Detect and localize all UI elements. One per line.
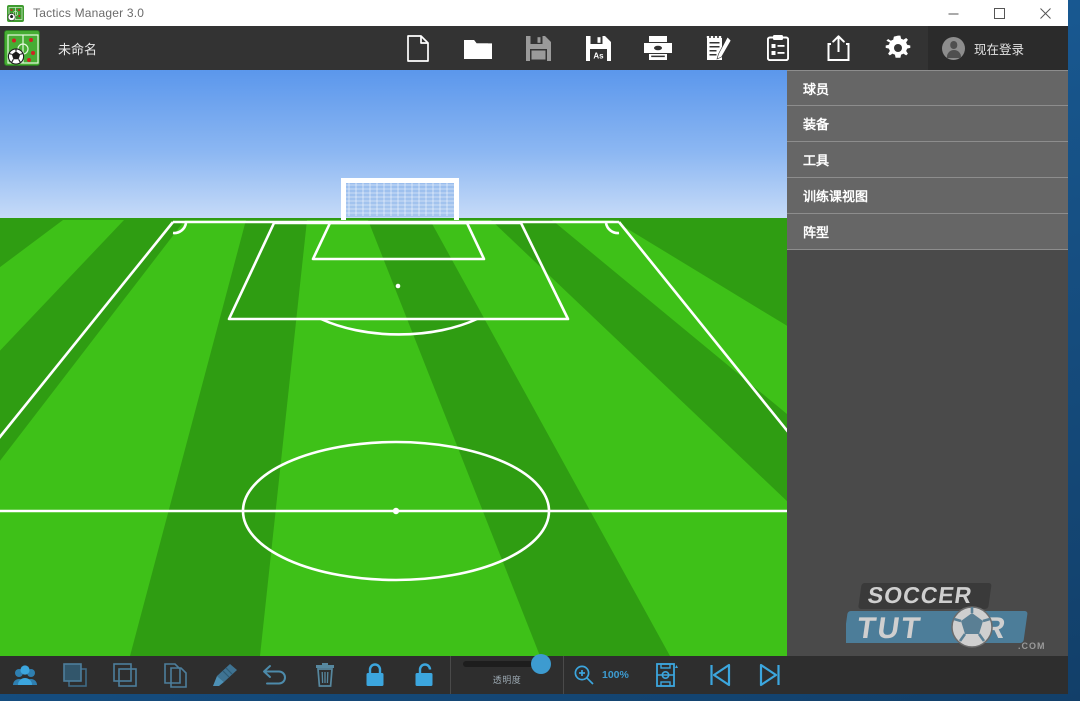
sidebar-item-tools[interactable]: 工具 [787, 142, 1068, 178]
session-plan-button[interactable] [748, 26, 808, 70]
application-window: Tactics Manager 3.0 未命名 As 现在登录 球员 装备 工具… [0, 0, 1080, 701]
lock-closed-icon [366, 663, 384, 686]
window-controls [930, 0, 1068, 26]
toolbar-actions: As 现在登录 [388, 26, 1068, 70]
sidebar-item-players[interactable]: 球员 [787, 70, 1068, 106]
tactics-board-icon [7, 4, 24, 22]
prev-frame-button[interactable] [695, 656, 745, 694]
close-button[interactable] [1022, 0, 1068, 26]
zoom-level: 100% [602, 669, 629, 681]
user-avatar-icon [942, 36, 965, 60]
minimize-button[interactable] [930, 0, 976, 26]
print-button[interactable] [628, 26, 688, 70]
sidebar-item-equipment[interactable]: 装备 [787, 106, 1068, 142]
workspace: 球员 装备 工具 训练课视图 阵型 SOCCER TUT R .COM [0, 70, 1068, 656]
soccertutor-watermark: SOCCER TUT R .COM [843, 581, 1054, 651]
sidebar-item-label: 训练课视图 [803, 189, 869, 204]
save-disk-icon [525, 35, 551, 61]
watermark-r: R [981, 612, 1008, 645]
opacity-slider-track[interactable] [463, 653, 551, 674]
unlock-button[interactable] [400, 656, 450, 694]
app-logo-icon [4, 30, 40, 66]
duplicate-button[interactable] [150, 656, 200, 694]
layers-front-icon [63, 663, 87, 687]
svg-text:As: As [593, 51, 604, 60]
goal [341, 178, 459, 220]
group-people-icon [13, 664, 37, 685]
main-toolbar: 未命名 As 现在登录 [0, 26, 1068, 70]
save-button[interactable] [508, 26, 568, 70]
watermark-tut: TUT [855, 612, 924, 645]
maximize-button[interactable] [976, 0, 1022, 26]
sidebar-item-label: 工具 [803, 153, 830, 168]
sidebar-item-formation[interactable]: 阵型 [787, 214, 1068, 250]
new-file-button[interactable] [388, 26, 448, 70]
save-as-icon: As [585, 35, 611, 61]
window-title: Tactics Manager 3.0 [33, 6, 145, 20]
next-frame-button[interactable] [745, 656, 795, 694]
trash-icon [316, 663, 334, 687]
send-backward-button[interactable] [100, 656, 150, 694]
document-name[interactable]: 未命名 [58, 39, 97, 58]
pitch-canvas[interactable] [0, 70, 787, 656]
save-as-button[interactable]: As [568, 26, 628, 70]
new-file-icon [407, 34, 429, 62]
lock-button[interactable] [350, 656, 400, 694]
delete-button[interactable] [300, 656, 350, 694]
layers-back-icon [113, 663, 137, 687]
open-folder-icon [464, 39, 492, 59]
sidebar-item-label: 球员 [803, 81, 830, 97]
soccer-ball-icon [951, 606, 993, 648]
centre-spot [392, 507, 400, 515]
share-export-icon [827, 35, 849, 61]
penalty-spot [395, 283, 401, 289]
zoom-in-icon [574, 665, 594, 685]
title-bar: Tactics Manager 3.0 [0, 0, 1068, 26]
bottom-toolbar: 透明度 100% [0, 653, 1068, 694]
notepad-pencil-icon [706, 36, 731, 60]
gear-icon [885, 35, 911, 58]
edit-notes-button[interactable] [688, 26, 748, 70]
pitch-view-icon [655, 663, 678, 687]
printer-icon [644, 36, 672, 60]
sidebar-item-session-view[interactable]: 训练课视图 [787, 178, 1068, 214]
watermark-soccer: SOCCER [866, 582, 974, 608]
skip-next-icon [759, 663, 780, 687]
clear-board-button[interactable] [200, 656, 250, 694]
undo-arrow-icon [263, 665, 286, 685]
sidebar-item-label: 装备 [803, 117, 830, 132]
pitch-view-selector[interactable] [639, 656, 695, 694]
bring-forward-button[interactable] [50, 656, 100, 694]
login-button[interactable]: 现在登录 [928, 26, 1068, 70]
zoom-control[interactable]: 100% [564, 656, 639, 694]
main-window: Tactics Manager 3.0 未命名 As 现在登录 球员 装备 工具… [0, 0, 1068, 694]
select-players-button[interactable] [0, 656, 50, 694]
settings-button[interactable] [868, 26, 928, 70]
opacity-slider-label: 透明度 [492, 674, 522, 685]
skip-previous-icon [710, 663, 730, 687]
opacity-slider[interactable]: 透明度 [451, 653, 563, 694]
opacity-slider-knob[interactable] [531, 653, 551, 674]
sidebar-item-label: 阵型 [803, 225, 830, 240]
copy-pages-icon [163, 662, 187, 688]
clipboard-icon [767, 35, 789, 61]
right-sidebar: 球员 装备 工具 训练课视图 阵型 SOCCER TUT R .COM [787, 70, 1068, 656]
watermark-domain: .COM [1018, 641, 1046, 651]
lock-open-icon [415, 663, 433, 686]
login-label: 现在登录 [974, 42, 1025, 57]
open-file-button[interactable] [448, 26, 508, 70]
brush-icon [212, 664, 237, 686]
export-share-button[interactable] [808, 26, 868, 70]
undo-button[interactable] [250, 656, 300, 694]
